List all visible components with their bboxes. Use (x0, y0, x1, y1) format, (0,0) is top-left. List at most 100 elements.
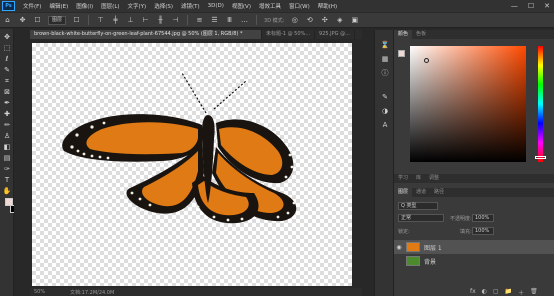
tab-925-doc[interactable]: 925.JPG @... (315, 30, 355, 39)
layer-mask-icon[interactable]: ▢ (493, 288, 499, 296)
menu-help[interactable]: 帮助(H) (314, 2, 341, 10)
tab-swatches[interactable]: 色板 (412, 30, 430, 39)
tab-learn[interactable]: 学习 (394, 174, 412, 183)
hue-slider-handle[interactable] (535, 156, 546, 159)
maximize-icon[interactable]: ☐ (528, 2, 534, 10)
3d-scale-icon[interactable]: ▣ (350, 16, 359, 25)
new-layer-icon[interactable]: ＋ (518, 288, 524, 296)
menu-image[interactable]: 图像(I) (72, 2, 97, 10)
tab-untitled-doc[interactable]: 未标题-1 @ 50%... (262, 30, 316, 39)
transform-controls-checkbox[interactable]: ☐ (72, 16, 81, 25)
distribute-horizontal-icon[interactable]: Ⅲ (225, 16, 234, 25)
canvas-area (14, 39, 362, 288)
color-panel-foreground-swatch[interactable] (398, 50, 405, 57)
layer-row[interactable]: ◉ 图层 1 (394, 240, 554, 254)
3d-orbit-icon[interactable]: ◎ (290, 16, 299, 25)
align-right-icon[interactable]: ⊣ (171, 16, 180, 25)
tab-layers[interactable]: 图层 (394, 188, 413, 197)
eyedropper-tool-icon[interactable]: ✒ (2, 99, 12, 108)
marquee-tool-icon[interactable]: ⬚ (2, 44, 12, 53)
type-tool-icon[interactable]: T (2, 176, 12, 185)
pen-tool-icon[interactable]: ✑ (2, 165, 12, 174)
properties-panel-icon[interactable]: ▦ (380, 54, 390, 64)
antenna-left (181, 72, 207, 114)
layer-name[interactable]: 背景 (424, 257, 436, 266)
tab-channels[interactable]: 通道 (412, 188, 430, 197)
gradient-tool-icon[interactable]: ▤ (2, 154, 12, 163)
brush-settings-icon[interactable]: ✎ (380, 92, 390, 102)
blend-mode-dropdown[interactable]: 正常 (398, 214, 444, 222)
hand-tool-icon[interactable]: ✋ (2, 187, 12, 196)
quick-select-tool-icon[interactable]: ✎ (2, 66, 12, 75)
photoshop-logo[interactable]: Ps (2, 1, 15, 11)
layer-name[interactable]: 图层 1 (424, 243, 442, 252)
3d-pan-icon[interactable]: ✣ (320, 16, 329, 25)
move-tool-icon[interactable]: ✥ (2, 33, 12, 42)
zoom-level[interactable]: 50% (30, 289, 70, 295)
menu-file[interactable]: 文件(F) (19, 2, 45, 10)
move-tool-icon[interactable]: ✥ (18, 16, 27, 25)
menu-plugins[interactable]: 增效工具 (255, 2, 285, 10)
adjustment-layer-icon[interactable]: ◐ (482, 288, 487, 296)
more-options-icon[interactable]: … (240, 16, 249, 25)
distribute-vertical-icon[interactable]: ☰ (210, 16, 219, 25)
trash-icon[interactable]: 🗑 (530, 288, 538, 296)
healing-brush-tool-icon[interactable]: ✚ (2, 110, 12, 119)
hue-slider-bar[interactable] (538, 46, 543, 162)
tab-butterfly-doc[interactable]: brown-black-white-butterfly-on-green-lea… (30, 30, 262, 39)
menu-filter[interactable]: 滤镜(T) (177, 2, 204, 10)
frame-tool-icon[interactable]: ⊠ (2, 88, 12, 97)
3d-roll-icon[interactable]: ⟲ (305, 16, 314, 25)
document-canvas[interactable] (32, 43, 352, 286)
separator (256, 15, 258, 25)
layer-filter-dropdown[interactable]: Q 类型 (398, 202, 438, 210)
layer-row[interactable]: 背景 (394, 254, 554, 268)
menu-edit[interactable]: 编辑(E) (45, 2, 72, 10)
tab-color[interactable]: 颜色 (394, 30, 413, 39)
align-top-icon[interactable]: ⊤ (96, 16, 105, 25)
menu-3d[interactable]: 3D(D) (204, 3, 228, 9)
align-middle-icon[interactable]: ╪ (111, 16, 120, 25)
color-picker-cursor[interactable] (424, 58, 429, 63)
status-bar: 50% 文档:17.2M/24.0M (30, 288, 362, 296)
info-panel-icon[interactable]: ⓘ (380, 68, 390, 78)
menu-window[interactable]: 窗口(W) (285, 2, 314, 10)
close-icon[interactable]: ✕ (544, 2, 550, 10)
align-left-icon[interactable]: ⊢ (141, 16, 150, 25)
adjustments-panel-icon[interactable]: ◑ (380, 106, 390, 116)
menu-type[interactable]: 文字(Y) (124, 2, 151, 10)
align-center-icon[interactable]: ╫ (156, 16, 165, 25)
tab-adjustments[interactable]: 调整 (425, 174, 443, 183)
document-info[interactable]: 文档:17.2M/24.0M (70, 289, 114, 296)
layers-panel-tabs: 图层 通道 路径 (394, 188, 554, 197)
eraser-tool-icon[interactable]: ◧ (2, 143, 12, 152)
history-panel-icon[interactable]: ⌛ (380, 40, 390, 50)
fill-field[interactable]: 100% (472, 227, 494, 235)
layer-thumbnail (406, 242, 420, 252)
clone-stamp-tool-icon[interactable]: ♙ (2, 132, 12, 141)
window-controls: — ☐ ✕ (511, 0, 550, 12)
auto-select-dropdown[interactable]: 图层 (48, 15, 67, 25)
minimize-icon[interactable]: — (511, 2, 518, 10)
tab-paths[interactable]: 路径 (430, 188, 448, 197)
visibility-eye-icon[interactable]: ◉ (394, 244, 404, 251)
character-panel-icon[interactable]: A (380, 120, 390, 130)
align-bottom-icon[interactable]: ⊥ (126, 16, 135, 25)
tab-libraries[interactable]: 库 (412, 174, 425, 183)
home-icon[interactable]: ⌂ (3, 16, 12, 25)
folder-icon[interactable]: 📁 (505, 288, 512, 296)
crop-tool-icon[interactable]: ⌗ (2, 77, 12, 86)
menu-view[interactable]: 视图(V) (228, 2, 255, 10)
layer-thumbnail (406, 256, 420, 266)
brush-tool-icon[interactable]: ✏ (2, 121, 12, 130)
color-picker-field[interactable] (410, 46, 526, 162)
lasso-tool-icon[interactable]: ℓ (2, 55, 12, 64)
menu-select[interactable]: 选择(S) (150, 2, 177, 10)
auto-select-checkbox[interactable]: ☐ (33, 16, 42, 25)
menu-bar: Ps 文件(F) 编辑(E) 图像(I) 图层(L) 文字(Y) 选择(S) 滤… (0, 0, 554, 12)
3d-slide-icon[interactable]: ◈ (335, 16, 344, 25)
opacity-field[interactable]: 100% (472, 214, 494, 222)
menu-layer[interactable]: 图层(L) (97, 2, 123, 10)
distribute-icon[interactable]: ≡ (195, 16, 204, 25)
fx-icon[interactable]: fx (470, 288, 476, 296)
